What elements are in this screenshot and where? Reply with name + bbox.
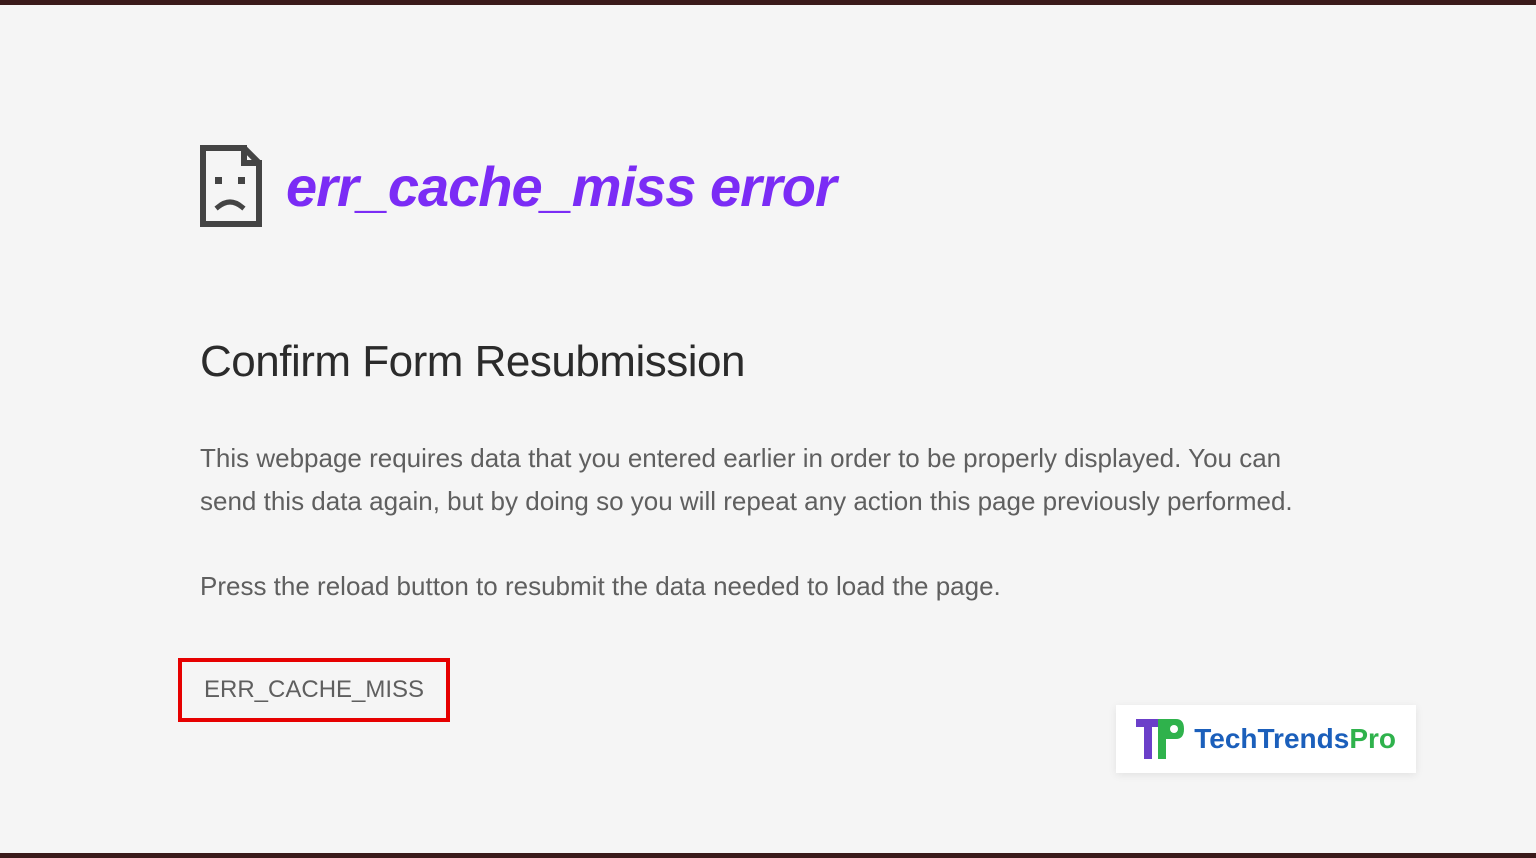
error-page-content: err_cache_miss error Confirm Form Resubm… bbox=[0, 5, 1340, 722]
watermark-logo: TechTrendsPro bbox=[1116, 705, 1416, 773]
logo-mark-icon bbox=[1136, 717, 1184, 761]
logo-text-main: TechTrends bbox=[1194, 723, 1349, 754]
overlay-title: err_cache_miss error bbox=[286, 154, 836, 219]
logo-text-suffix: Pro bbox=[1349, 723, 1396, 754]
error-body-2: Press the reload button to resubmit the … bbox=[200, 565, 1310, 608]
error-heading: Confirm Form Resubmission bbox=[200, 337, 1340, 387]
error-code: ERR_CACHE_MISS bbox=[204, 676, 424, 703]
error-code-highlight-box: ERR_CACHE_MISS bbox=[178, 658, 450, 722]
sad-file-icon bbox=[200, 145, 262, 227]
header-row: err_cache_miss error bbox=[200, 145, 1340, 227]
error-body-1: This webpage requires data that you ente… bbox=[200, 437, 1310, 523]
logo-text: TechTrendsPro bbox=[1194, 723, 1396, 755]
